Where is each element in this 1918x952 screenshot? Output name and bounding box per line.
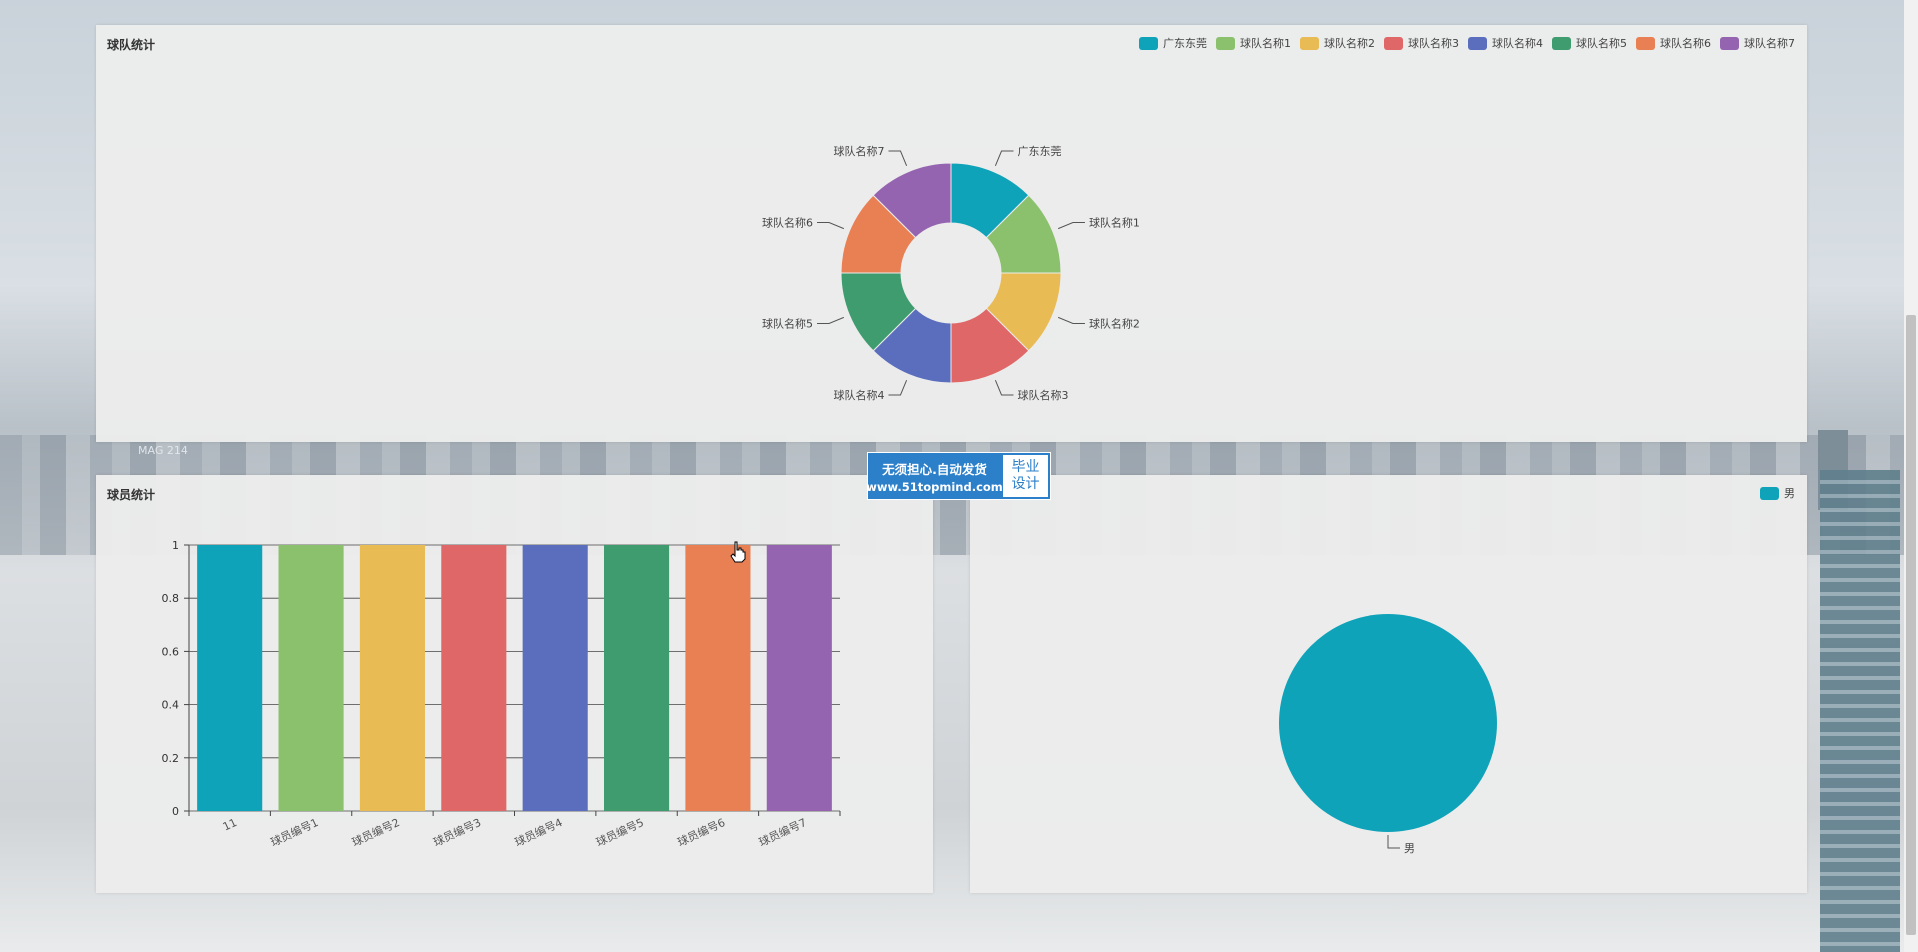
donut-label: 球队名称3 <box>1018 388 1069 402</box>
bar[interactable] <box>522 545 588 811</box>
bar[interactable] <box>685 545 751 811</box>
x-tick-label: 球员编号1 <box>268 815 320 849</box>
donut-label: 球队名称4 <box>833 388 884 402</box>
donut-label-line <box>994 379 1014 396</box>
hand-cursor-icon <box>730 541 746 563</box>
y-tick-label: 1 <box>172 539 179 552</box>
donut-label: 球队名称2 <box>1089 317 1140 331</box>
watermark-badge2: 设计 <box>1011 476 1040 492</box>
x-tick-label: 球员编号6 <box>675 815 727 849</box>
y-tick-label: 0.4 <box>162 699 180 712</box>
pie-slice[interactable] <box>1279 614 1497 832</box>
x-tick-label: 11 <box>221 816 239 834</box>
donut-label-line <box>888 379 908 396</box>
y-tick-label: 0.6 <box>162 645 180 658</box>
watermark-url: www.51topmind.com <box>866 479 1003 494</box>
donut-label: 球队名称7 <box>833 144 884 158</box>
gender-panel: 男 男 <box>970 475 1807 893</box>
donut-label-line <box>1057 316 1085 325</box>
background-sign: MAG 214 <box>138 444 188 457</box>
bar[interactable] <box>604 545 670 811</box>
donut-label-line <box>817 316 845 325</box>
player-bar-chart: 00.20.40.60.8111 球员编号1 球员编号2 球员编号3 球员编号4 球员编号… <box>162 539 841 849</box>
pie-label-line <box>1387 835 1400 849</box>
x-tick-label: 球员编号4 <box>512 815 564 849</box>
bar[interactable] <box>441 545 507 811</box>
scrollbar-thumb[interactable] <box>1906 315 1916 935</box>
y-tick-label: 0.8 <box>162 592 180 605</box>
bar[interactable] <box>278 545 344 811</box>
bar[interactable] <box>766 545 832 811</box>
donut-label: 球队名称5 <box>762 317 813 331</box>
page-scrollbar[interactable] <box>1904 0 1918 952</box>
bar[interactable] <box>197 545 263 811</box>
x-tick-label: 球员编号5 <box>594 815 646 849</box>
donut-label-line <box>817 221 845 230</box>
donut-label: 广东东莞 <box>1018 145 1062 158</box>
pie-label: 男 <box>1404 842 1415 855</box>
donut-label-line <box>888 150 908 167</box>
team-donut-chart: 广东东莞球队名称1 球队名称2 球队名称3 球队名称4 球队名称5 球队名称6 球队名称7 <box>762 144 1140 402</box>
y-tick-label: 0.2 <box>162 752 180 765</box>
watermark-badge1: 毕业 <box>1011 459 1040 475</box>
watermark-badge[interactable]: 无须担心.自动发货 www.51topmind.com 毕业 设计 <box>866 452 1051 500</box>
x-tick-label: 球员编号7 <box>756 815 808 849</box>
player-stats-panel: 球员统计 0 0.2 0.4 0.6 0.8 1 11 球员编号1 球员编号2 球员编号3 球员编号… <box>96 475 933 893</box>
watermark-line1: 无须担心.自动发货 <box>882 461 987 477</box>
background-tower <box>1820 470 1900 952</box>
x-tick-label: 球员编号3 <box>431 815 483 849</box>
x-tick-label: 球员编号2 <box>350 815 402 849</box>
donut-label: 球队名称6 <box>762 215 813 229</box>
bar[interactable] <box>359 545 425 811</box>
team-stats-panel: 球队统计 广东东莞 球队名称1 球队名称2 球队名称3 球队名称4 球队名称5 球队名称6 球… <box>96 25 1807 442</box>
donut-label-line <box>994 150 1014 167</box>
gender-pie-chart: 男 <box>1279 614 1497 855</box>
y-tick-label: 0 <box>172 805 179 818</box>
donut-label-line <box>1057 221 1085 230</box>
donut-label: 球队名称1 <box>1089 215 1140 229</box>
